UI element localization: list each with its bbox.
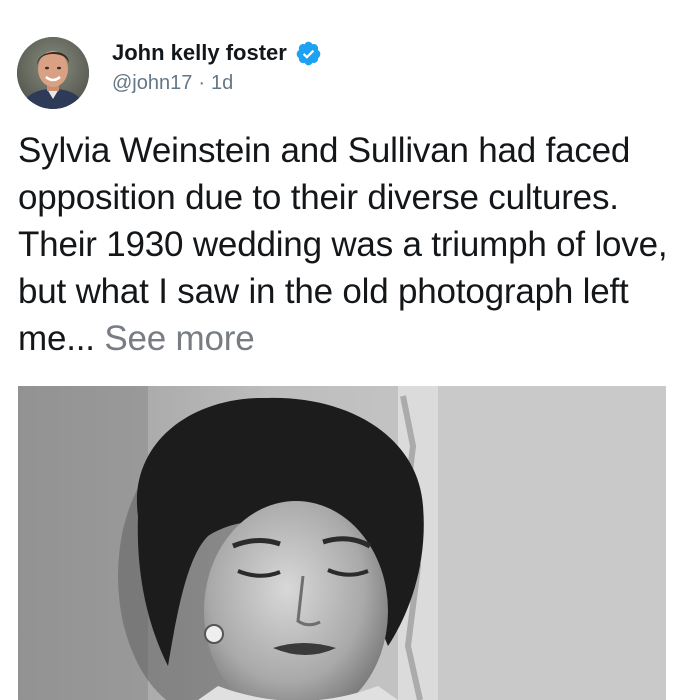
tweet-timestamp[interactable]: 1d: [211, 72, 233, 94]
verified-badge-icon: [295, 40, 322, 67]
tweet-card: John kelly foster @john17 · 1d Sylvia Wein…: [0, 0, 700, 700]
tweet-text: Sylvia Weinstein and Sullivan had faced …: [18, 127, 682, 362]
man-portrait-avatar-icon: [17, 37, 89, 109]
author-handle[interactable]: @john17: [112, 72, 192, 94]
meta-separator: ·: [198, 72, 206, 94]
see-more-link[interactable]: See more: [104, 319, 254, 358]
tweet-photo[interactable]: [18, 386, 666, 700]
author-name-row: John kelly foster: [112, 40, 322, 66]
author-display-name[interactable]: John kelly foster: [112, 40, 287, 66]
woman-portrait-photo: [18, 386, 666, 700]
avatar[interactable]: [17, 37, 89, 109]
author-meta-row: @john17 · 1d: [112, 72, 233, 95]
